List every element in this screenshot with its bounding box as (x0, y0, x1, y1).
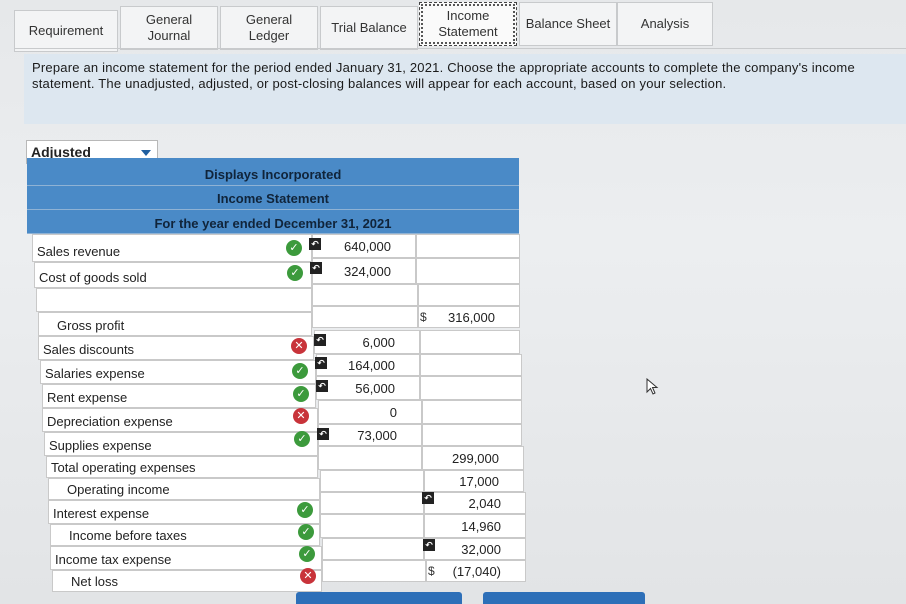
tab-divider (14, 48, 906, 49)
undo-arrow-icon[interactable]: ↶ (316, 380, 328, 392)
net-loss-label[interactable]: Net loss (52, 570, 322, 592)
net-loss-amount[interactable] (322, 560, 426, 582)
income-tax-expense-amount[interactable] (322, 538, 424, 560)
instructions-text: Prepare an income statement for the peri… (24, 54, 906, 124)
supplies-expense-label[interactable]: Supplies expense (44, 432, 318, 456)
sales-discounts-total[interactable] (420, 330, 520, 354)
gross-profit-amount[interactable] (312, 306, 418, 328)
check-circle-icon: ✓ (292, 363, 308, 379)
supplies-expense-total[interactable] (422, 424, 522, 446)
blank-label[interactable] (36, 288, 312, 312)
x-circle-icon: ✕ (300, 568, 316, 584)
interest-expense-label[interactable]: Interest expense (48, 500, 320, 524)
supplies-expense-amount[interactable]: 73,000 (318, 424, 422, 446)
interest-expense-total[interactable]: 2,040 (424, 492, 526, 514)
gross-profit-label[interactable]: Gross profit (38, 312, 312, 336)
check-circle-icon: ✓ (299, 546, 315, 562)
prev-tab-button[interactable] (296, 592, 462, 604)
depreciation-expense-total[interactable] (422, 400, 522, 424)
statement-title: Income Statement (27, 186, 519, 210)
check-circle-icon: ✓ (297, 502, 313, 518)
cogs-total[interactable] (416, 258, 520, 284)
undo-arrow-icon[interactable]: ↶ (310, 262, 322, 274)
gross-profit-total[interactable]: 316,000 (418, 306, 520, 328)
tab-general-journal[interactable]: General Journal (120, 6, 218, 50)
undo-arrow-icon[interactable]: ↶ (314, 334, 326, 346)
income-before-taxes-total[interactable]: 14,960 (424, 514, 526, 538)
operating-income-label[interactable]: Operating income (48, 478, 320, 500)
salaries-expense-total[interactable] (420, 354, 522, 376)
sales-revenue-label[interactable]: Sales revenue (32, 234, 312, 262)
depreciation-expense-amount[interactable]: 0 (318, 400, 422, 424)
sales-discounts-amount[interactable]: 6,000 (314, 330, 420, 354)
salaries-expense-amount[interactable]: 164,000 (316, 354, 420, 376)
check-circle-icon: ✓ (286, 240, 302, 256)
cogs-label[interactable]: Cost of goods sold (34, 262, 312, 288)
operating-income-amount[interactable] (320, 470, 424, 492)
next-tab-button[interactable] (483, 592, 645, 604)
net-loss-total[interactable]: (17,040) (426, 560, 526, 582)
tab-income-statement[interactable]: Income Statement (419, 2, 517, 46)
undo-arrow-icon[interactable]: ↶ (422, 492, 434, 504)
tab-analysis[interactable]: Analysis (617, 2, 713, 46)
blank-amount[interactable] (312, 284, 418, 306)
total-operating-expenses-total[interactable]: 299,000 (422, 446, 524, 470)
undo-arrow-icon[interactable]: ↶ (317, 428, 329, 440)
cogs-amount[interactable]: 324,000 (312, 258, 416, 284)
income-tax-expense-total[interactable]: 32,000 (424, 538, 526, 560)
net-loss-dollar: $ (428, 564, 435, 578)
check-circle-icon: ✓ (287, 265, 303, 281)
sales-revenue-amount[interactable]: 640,000 (312, 234, 416, 258)
tab-trial-balance[interactable]: Trial Balance (320, 6, 418, 50)
total-operating-expenses-amount[interactable] (318, 446, 422, 470)
check-circle-icon: ✓ (298, 524, 314, 540)
gross-profit-dollar: $ (420, 310, 427, 324)
tab-requirement[interactable]: Requirement (14, 10, 118, 52)
undo-arrow-icon[interactable]: ↶ (309, 238, 321, 250)
statement-period: For the year ended December 31, 2021 (27, 210, 519, 234)
check-circle-icon: ✓ (294, 431, 310, 447)
undo-arrow-icon[interactable]: ↶ (315, 357, 327, 369)
depreciation-expense-label[interactable]: Depreciation expense (42, 408, 318, 432)
mouse-pointer-icon (646, 378, 659, 395)
salaries-expense-label[interactable]: Salaries expense (40, 360, 316, 384)
tab-general-ledger[interactable]: General Ledger (220, 6, 318, 50)
check-circle-icon: ✓ (293, 386, 309, 402)
sales-discounts-label[interactable]: Sales discounts (38, 336, 314, 360)
undo-arrow-icon[interactable]: ↶ (423, 539, 435, 551)
chevron-down-icon (141, 150, 151, 156)
income-tax-expense-label[interactable]: Income tax expense (50, 546, 322, 570)
sales-revenue-total[interactable] (416, 234, 520, 258)
total-operating-expenses-label[interactable]: Total operating expenses (46, 456, 318, 478)
x-circle-icon: ✕ (293, 408, 309, 424)
tab-balance-sheet[interactable]: Balance Sheet (519, 2, 617, 46)
income-before-taxes-amount[interactable] (320, 514, 424, 538)
rent-expense-total[interactable] (420, 376, 522, 400)
income-before-taxes-label[interactable]: Income before taxes (50, 524, 320, 546)
interest-expense-amount[interactable] (320, 492, 424, 514)
blank-total[interactable] (418, 284, 520, 306)
operating-income-total[interactable]: 17,000 (424, 470, 524, 492)
company-name: Displays Incorporated (27, 158, 519, 186)
rent-expense-amount[interactable]: 56,000 (316, 376, 420, 400)
x-circle-icon: ✕ (291, 338, 307, 354)
rent-expense-label[interactable]: Rent expense (42, 384, 316, 408)
